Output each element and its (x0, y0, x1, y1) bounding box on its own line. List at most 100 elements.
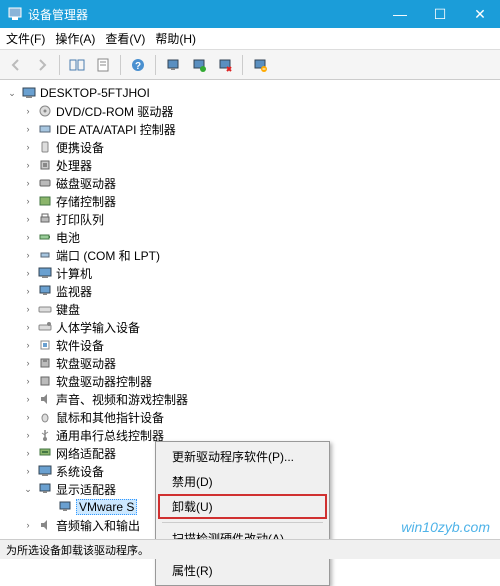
help-button[interactable]: ? (126, 53, 150, 77)
ports-icon (37, 247, 53, 263)
context-uninstall[interactable]: 卸载(U) (158, 494, 327, 519)
menu-view[interactable]: 查看(V) (105, 30, 145, 47)
back-button[interactable] (4, 53, 28, 77)
expand-icon[interactable]: › (22, 267, 34, 279)
toolbar-separator (242, 55, 243, 75)
menu-file[interactable]: 文件(F) (6, 30, 45, 47)
disable-button[interactable] (248, 53, 272, 77)
toolbar-separator (59, 55, 60, 75)
expand-icon[interactable]: › (22, 339, 34, 351)
tree-node[interactable]: ›人体学输入设备 (0, 318, 500, 336)
tree-node[interactable]: ›便携设备 (0, 138, 500, 156)
statusbar: 为所选设备卸载该驱动程序。 (0, 539, 500, 559)
context-disable[interactable]: 禁用(D) (158, 469, 327, 494)
tree-node[interactable]: ›存储控制器 (0, 192, 500, 210)
tree-node[interactable]: ›监视器 (0, 282, 500, 300)
computer-icon (37, 265, 53, 281)
expand-icon[interactable]: › (22, 213, 34, 225)
ide-icon (37, 121, 53, 137)
minimize-button[interactable]: — (380, 0, 420, 28)
collapse-icon[interactable]: ⌄ (6, 87, 18, 99)
expand-icon[interactable]: › (22, 231, 34, 243)
expand-icon[interactable]: › (22, 105, 34, 117)
system-icon (37, 463, 53, 479)
window-title: 设备管理器 (28, 6, 88, 23)
tree-node[interactable]: ›键盘 (0, 300, 500, 318)
tree-node[interactable]: ›IDE ATA/ATAPI 控制器 (0, 120, 500, 138)
expand-icon[interactable]: › (22, 447, 34, 459)
toolbar: ? (0, 50, 500, 80)
properties-button[interactable] (91, 53, 115, 77)
tree-node[interactable]: ›软盘驱动器控制器 (0, 372, 500, 390)
display-adapter-icon (57, 499, 73, 515)
forward-button[interactable] (30, 53, 54, 77)
expand-icon[interactable]: › (22, 249, 34, 261)
expand-icon[interactable]: › (22, 429, 34, 441)
titlebar: 设备管理器 — ☐ ✕ (0, 0, 500, 28)
toolbar-separator (155, 55, 156, 75)
printer-icon (37, 211, 53, 227)
context-properties[interactable]: 属性(R) (158, 558, 327, 583)
software-icon (37, 337, 53, 353)
status-text: 为所选设备卸载该驱动程序。 (6, 542, 149, 558)
uninstall-button[interactable] (213, 53, 237, 77)
expand-icon[interactable]: › (22, 393, 34, 405)
tree-node[interactable]: ›软盘驱动器 (0, 354, 500, 372)
tree-node[interactable]: ›磁盘驱动器 (0, 174, 500, 192)
expand-icon[interactable]: › (22, 357, 34, 369)
expand-icon[interactable]: › (22, 375, 34, 387)
tree-node[interactable]: ›软件设备 (0, 336, 500, 354)
tree-node[interactable]: ›打印队列 (0, 210, 500, 228)
expand-icon[interactable]: › (22, 159, 34, 171)
dvd-icon (37, 103, 53, 119)
expand-icon[interactable]: › (22, 411, 34, 423)
mouse-icon (37, 409, 53, 425)
computer-icon (21, 85, 37, 101)
menu-help[interactable]: 帮助(H) (155, 30, 196, 47)
cpu-icon (37, 157, 53, 173)
storage-icon (37, 193, 53, 209)
portable-icon (37, 139, 53, 155)
scan-hardware-button[interactable] (161, 53, 185, 77)
expand-icon[interactable]: › (22, 141, 34, 153)
tree-node[interactable]: ›端口 (COM 和 LPT) (0, 246, 500, 264)
audio-io-icon (37, 517, 53, 533)
keyboard-icon (37, 301, 53, 317)
expand-icon[interactable]: › (22, 177, 34, 189)
show-hide-button[interactable] (65, 53, 89, 77)
tree-node[interactable]: ›声音、视频和游戏控制器 (0, 390, 500, 408)
hid-icon (37, 319, 53, 335)
expand-icon[interactable]: › (22, 195, 34, 207)
menu-action[interactable]: 操作(A) (55, 30, 95, 47)
display-adapter-icon (37, 481, 53, 497)
expand-icon[interactable]: › (22, 285, 34, 297)
expand-icon[interactable]: › (22, 123, 34, 135)
tree-node[interactable]: ›计算机 (0, 264, 500, 282)
tree-node[interactable]: ›处理器 (0, 156, 500, 174)
spacer (42, 501, 54, 513)
tree-node[interactable]: ›DVD/CD-ROM 驱动器 (0, 102, 500, 120)
expand-icon[interactable]: › (22, 519, 34, 531)
expand-icon[interactable]: › (22, 465, 34, 477)
root-label[interactable]: DESKTOP-5FTJHOI (40, 86, 150, 100)
monitor-icon (37, 283, 53, 299)
context-menu: 更新驱动程序软件(P)... 禁用(D) 卸载(U) 扫描检测硬件改动(A) 属… (155, 441, 330, 586)
usb-icon (37, 427, 53, 443)
audio-video-icon (37, 391, 53, 407)
tree-node[interactable]: ›鼠标和其他指针设备 (0, 408, 500, 426)
window-controls: — ☐ ✕ (380, 0, 500, 28)
close-button[interactable]: ✕ (460, 0, 500, 28)
update-driver-button[interactable] (187, 53, 211, 77)
tree-node[interactable]: ›电池 (0, 228, 500, 246)
collapse-icon[interactable]: ⌄ (22, 483, 34, 495)
context-update-driver[interactable]: 更新驱动程序软件(P)... (158, 444, 327, 469)
battery-icon (37, 229, 53, 245)
floppy-controller-icon (37, 373, 53, 389)
maximize-button[interactable]: ☐ (420, 0, 460, 28)
tree-root[interactable]: ⌄ DESKTOP-5FTJHOI (0, 84, 500, 102)
expand-icon[interactable]: › (22, 303, 34, 315)
expand-icon[interactable]: › (22, 321, 34, 333)
disk-icon (37, 175, 53, 191)
context-separator (162, 522, 323, 523)
app-icon (8, 7, 22, 21)
